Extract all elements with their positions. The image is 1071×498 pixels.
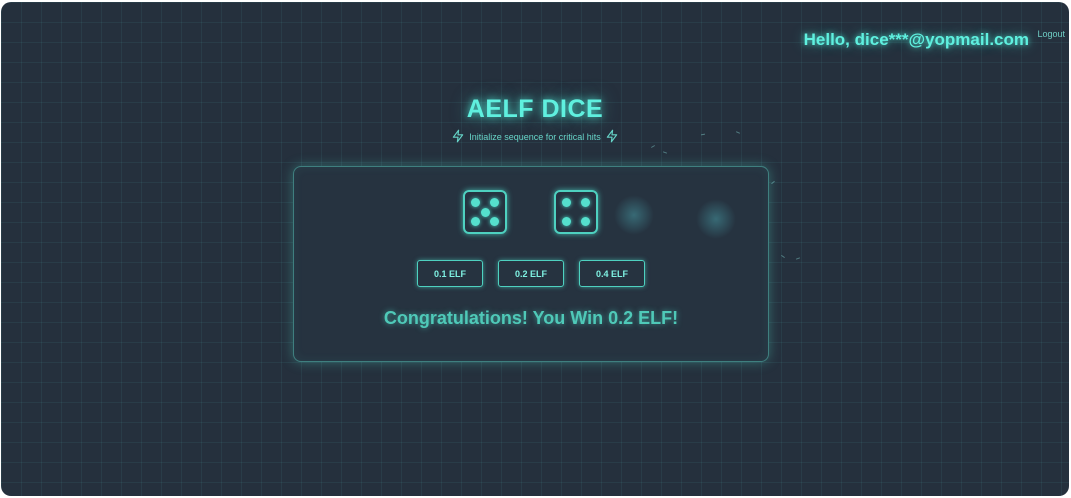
fading-die-glow bbox=[614, 195, 654, 235]
game-card: 0.1 ELF 0.2 ELF 0.4 ELF Congratulations!… bbox=[293, 166, 769, 362]
die-pip bbox=[490, 217, 499, 226]
die-pip bbox=[480, 207, 490, 217]
bet-button-0-2[interactable]: 0.2 ELF bbox=[498, 260, 564, 287]
die-pip bbox=[562, 217, 571, 226]
game-title: AELF DICE bbox=[466, 95, 604, 123]
die-pip bbox=[581, 217, 590, 226]
bet-button-0-4[interactable]: 0.4 ELF bbox=[579, 260, 645, 287]
logout-link[interactable]: Logout bbox=[1037, 29, 1065, 39]
die-pip bbox=[490, 198, 499, 207]
particle bbox=[662, 151, 668, 154]
result-message: Congratulations! You Win 0.2 ELF! bbox=[383, 308, 679, 328]
lightning-icon bbox=[451, 129, 465, 145]
particle bbox=[795, 257, 801, 260]
die-pip bbox=[471, 217, 480, 226]
fading-die-glow bbox=[696, 199, 736, 239]
die-pip bbox=[562, 198, 571, 207]
particle bbox=[781, 254, 785, 259]
lightning-icon bbox=[605, 129, 619, 145]
user-greeting: Hello, dice***@yopmail.com bbox=[803, 30, 1029, 49]
app-frame: Hello, dice***@yopmail.com Logout AELF D… bbox=[1, 2, 1069, 496]
particle bbox=[771, 180, 775, 185]
bet-button-0-1[interactable]: 0.1 ELF bbox=[417, 260, 483, 287]
subtitle: Initialize sequence for critical hits bbox=[1, 129, 1069, 145]
die-2 bbox=[554, 190, 598, 234]
subtitle-text: Initialize sequence for critical hits bbox=[469, 132, 601, 142]
particle bbox=[651, 145, 655, 148]
die-pip bbox=[471, 198, 480, 207]
die-pip bbox=[581, 198, 590, 207]
die-1 bbox=[463, 190, 507, 234]
